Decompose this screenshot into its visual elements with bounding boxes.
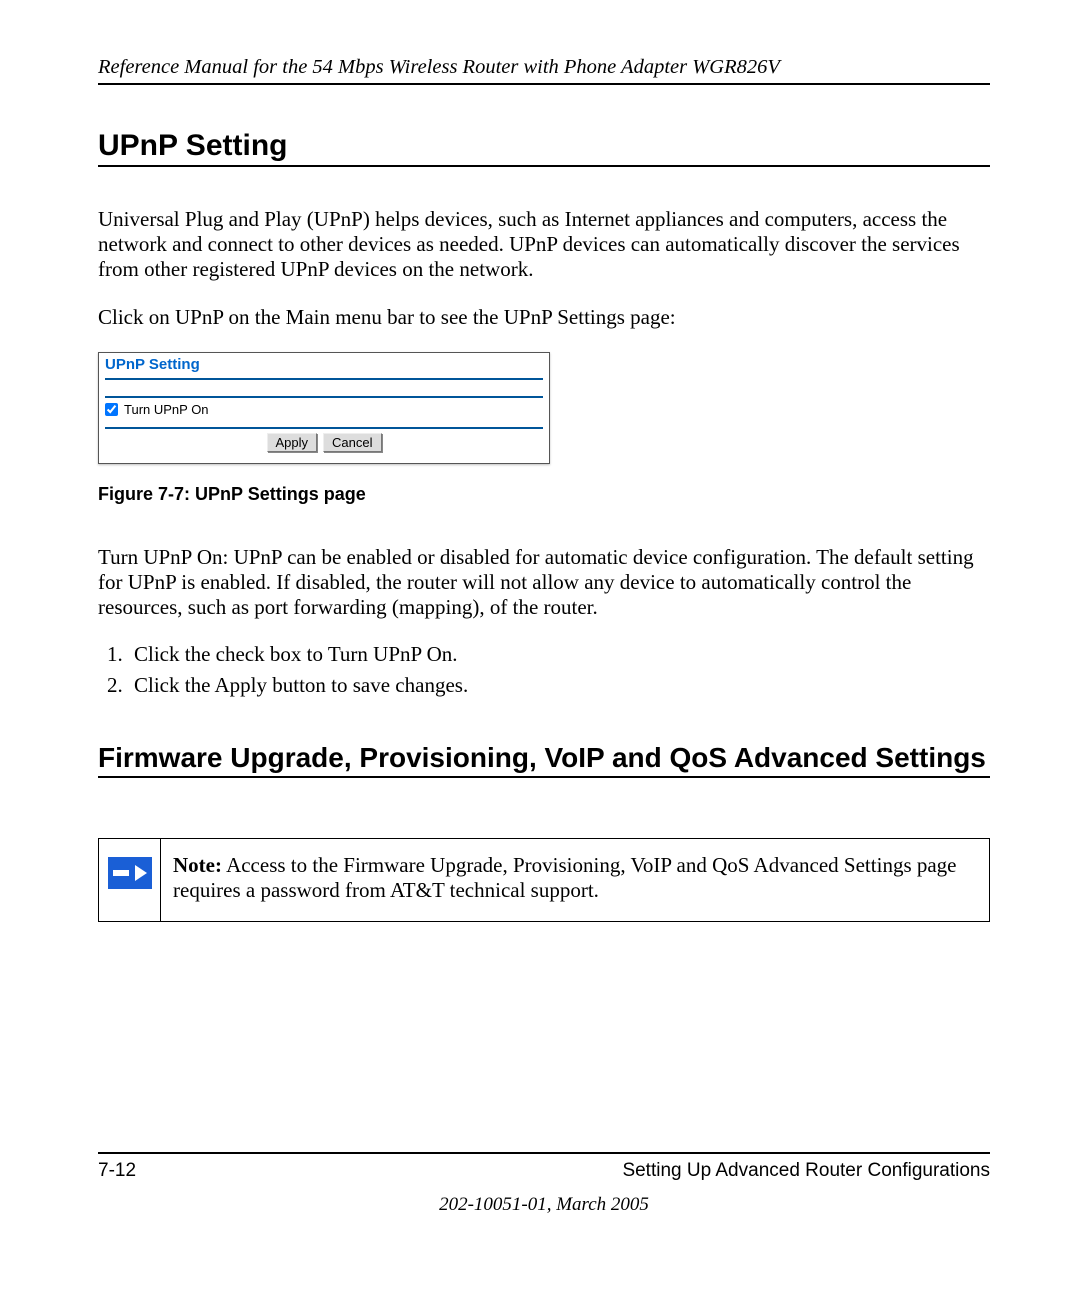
body-paragraph: Universal Plug and Play (UPnP) helps dev… <box>98 207 990 283</box>
note-body: Access to the Firmware Upgrade, Provisio… <box>173 853 957 902</box>
figure-caption: Figure 7-7: UPnP Settings page <box>98 484 990 505</box>
body-paragraph: Turn UPnP On: UPnP can be enabled or dis… <box>98 545 990 621</box>
page-number: 7-12 <box>98 1160 136 1182</box>
heading-rule <box>98 165 990 167</box>
running-header: Reference Manual for the 54 Mbps Wireles… <box>98 56 990 85</box>
note-label: Note: <box>173 853 222 877</box>
list-item: Click the check box to Turn UPnP On. <box>128 642 990 667</box>
note-box: Note: Access to the Firmware Upgrade, Pr… <box>98 838 990 922</box>
page-footer: 7-12 Setting Up Advanced Router Configur… <box>98 1152 990 1216</box>
steps-list: Click the check box to Turn UPnP On. Cli… <box>98 642 990 698</box>
doc-id: 202-10051-01, March 2005 <box>98 1194 990 1216</box>
heading-rule <box>98 776 990 778</box>
apply-button[interactable]: Apply <box>267 433 318 452</box>
checkbox-label: Turn UPnP On <box>124 402 209 417</box>
list-item: Click the Apply button to save changes. <box>128 673 990 698</box>
arrow-right-icon <box>108 857 152 889</box>
chapter-title: Setting Up Advanced Router Configuration… <box>622 1160 990 1182</box>
upnp-settings-panel: UPnP Setting Turn UPnP On Apply Cancel <box>98 352 550 464</box>
cancel-button[interactable]: Cancel <box>323 433 381 452</box>
section-heading-firmware: Firmware Upgrade, Provisioning, VoIP and… <box>98 742 990 773</box>
body-paragraph: Click on UPnP on the Main menu bar to se… <box>98 305 990 330</box>
section-heading-upnp: UPnP Setting <box>98 129 990 163</box>
note-text: Note: Access to the Firmware Upgrade, Pr… <box>161 839 989 921</box>
panel-title: UPnP Setting <box>105 356 200 373</box>
turn-upnp-on-checkbox[interactable] <box>105 403 118 416</box>
